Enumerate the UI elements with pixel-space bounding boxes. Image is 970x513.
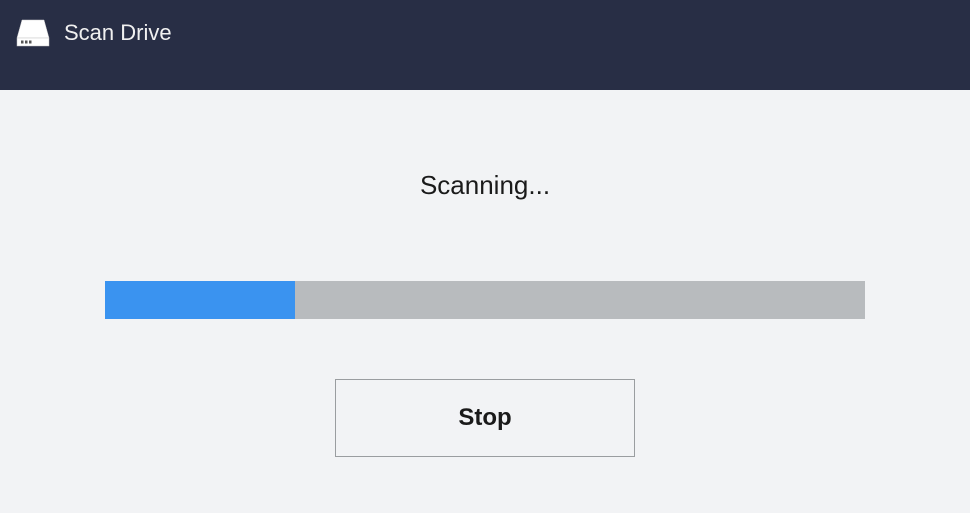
main-content: Scanning... Stop [0,90,970,457]
stop-button[interactable]: Stop [335,379,635,457]
app-header: Scan Drive [0,0,970,90]
app-title: Scan Drive [64,18,172,48]
scan-status-text: Scanning... [420,170,550,201]
progress-bar [105,281,865,319]
drive-icon [16,18,50,48]
progress-bar-fill [105,281,295,319]
